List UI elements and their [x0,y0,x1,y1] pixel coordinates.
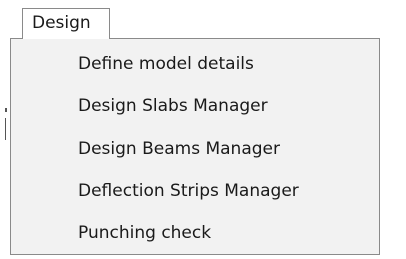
menu-item-punching-check[interactable]: Punching check [11,218,379,249]
menu-item-label: Punching check [78,223,212,243]
menu-item-deflection-strips-manager[interactable]: Deflection Strips Manager [11,176,379,207]
background-fragment [5,118,6,140]
background-fragment [5,108,7,112]
menu-item-define-model-details[interactable]: Define model details [11,49,379,80]
menu-item-label: Define model details [78,54,254,74]
menu-item-label: Design Beams Manager [78,139,280,159]
design-menu-tab[interactable]: Design [22,8,110,39]
menu-item-label: Deflection Strips Manager [78,181,299,201]
design-menu-label: Design [32,13,91,33]
menu-item-design-slabs-manager[interactable]: Design Slabs Manager [11,91,379,122]
screenshot-root: Design Define model details Design Slabs… [0,0,406,259]
menu-item-design-beams-manager[interactable]: Design Beams Manager [11,134,379,165]
menu-item-label: Design Slabs Manager [78,96,268,116]
design-dropdown-menu: Define model details Design Slabs Manage… [10,38,380,255]
